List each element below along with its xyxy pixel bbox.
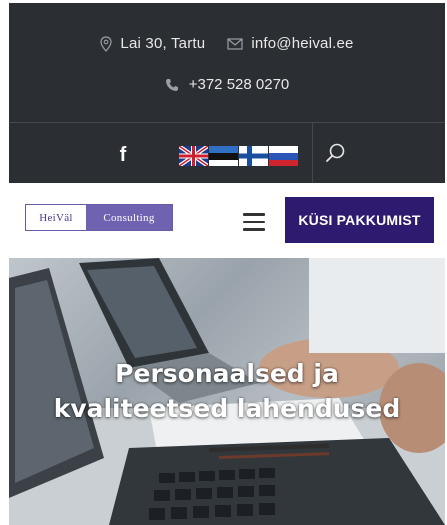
menu-bar bbox=[243, 228, 265, 231]
facebook-icon[interactable]: f bbox=[113, 143, 133, 167]
logo-heival: HeiVäl bbox=[26, 205, 86, 230]
request-quote-button[interactable]: KÜSI PAKKUMIST bbox=[285, 197, 434, 243]
topbar-divider bbox=[9, 122, 445, 123]
phone-item[interactable]: +372 528 0270 bbox=[9, 76, 445, 93]
email-link[interactable]: info@heival.ee bbox=[251, 35, 353, 52]
logo-consulting: Consulting bbox=[86, 205, 172, 230]
topbar-vertical-divider bbox=[312, 122, 313, 183]
location-pin-icon bbox=[100, 35, 113, 52]
company-logo[interactable]: HeiVäl Consulting bbox=[25, 204, 173, 231]
phone-link[interactable]: +372 528 0270 bbox=[189, 76, 290, 93]
menu-bar bbox=[243, 213, 265, 216]
finland-flag-icon[interactable] bbox=[239, 146, 268, 166]
language-switcher bbox=[179, 146, 299, 166]
estonia-flag-icon[interactable] bbox=[209, 146, 238, 166]
address-text: Lai 30, Tartu bbox=[120, 35, 206, 52]
phone-icon bbox=[165, 78, 178, 91]
hamburger-menu-icon[interactable] bbox=[243, 213, 265, 231]
russia-flag-icon[interactable] bbox=[269, 146, 298, 166]
menu-bar bbox=[243, 220, 265, 223]
envelope-icon bbox=[227, 37, 243, 50]
email-item[interactable]: info@heival.ee bbox=[227, 35, 353, 52]
hero-title-line-2: kvaliteetsed lahendused bbox=[53, 394, 401, 423]
hero-banner: Personaalsed ja kvaliteetsed lahendused bbox=[9, 258, 445, 525]
hero-title: Personaalsed ja kvaliteetsed lahendused bbox=[9, 356, 445, 426]
search-icon[interactable] bbox=[325, 142, 347, 164]
hero-title-line-1: Personaalsed ja bbox=[115, 359, 339, 388]
address-item: Lai 30, Tartu bbox=[100, 35, 205, 52]
contact-row: Lai 30, Tartu info@heival.ee bbox=[9, 35, 445, 52]
top-info-bar: Lai 30, Tartu info@heival.ee +372 528 02… bbox=[9, 3, 445, 183]
uk-flag-icon[interactable] bbox=[179, 146, 208, 166]
